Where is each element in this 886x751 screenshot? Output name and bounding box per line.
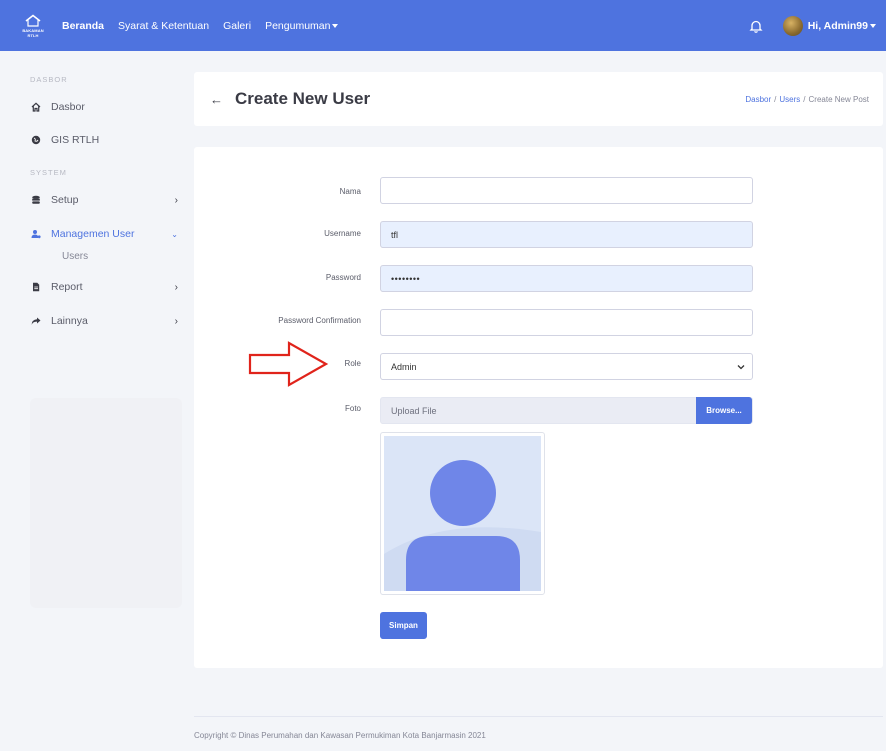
foto-label: Foto [344,404,361,413]
sidebar-item-dasbor[interactable]: Dasbor [26,97,186,117]
nav-beranda[interactable]: Beranda [62,20,104,32]
nama-label: Nama [339,187,361,196]
sidebar-item-lainnya-label: Lainnya [51,315,88,327]
chevron-right-icon: › [174,281,178,293]
sidebar-item-report-label: Report [51,281,83,293]
sidebar-item-setup[interactable]: Setup › [26,190,186,210]
chevron-down-icon: ⌄ [171,229,178,239]
footer-copyright: Copyright © Dinas Perumahan dan Kawasan … [194,731,486,740]
breadcrumb-dasbor[interactable]: Dasbor [745,95,771,104]
chevron-down-icon [737,364,745,369]
house-icon [25,13,41,27]
username-input[interactable]: tfl [380,221,753,248]
database-icon [31,195,41,205]
nama-input[interactable] [380,177,753,204]
password-value: •••••••• [391,273,421,284]
file-icon [31,282,41,292]
password-label: Password [325,273,361,282]
page-title: Create New User [235,89,371,108]
sidebar-item-report[interactable]: Report › [26,277,186,297]
role-select[interactable]: Admin [380,353,753,380]
username-label: Username [324,229,361,238]
share-icon [31,316,41,326]
page-header: ← Create New User Dasbor / Users / Create Ne… [194,72,883,126]
red-arrow-annotation [248,341,329,387]
footer-divider [194,716,883,717]
password-confirmation-label: Password Confirmation [278,316,361,325]
nav-pengumuman-label: Pengumuman [265,19,331,32]
sidebar-item-dasbor-label: Dasbor [51,101,85,113]
breadcrumb-separator: / [803,94,806,104]
sidebar-subitem-users[interactable]: Users [62,251,88,262]
globe-icon [31,135,41,145]
create-user-form: Nama Username tfl Password •••••••• Pass… [194,147,883,668]
bell-icon[interactable] [749,19,763,33]
user-avatar-placeholder-icon [384,436,541,591]
foto-file-input[interactable]: Upload File Browse... [380,397,753,424]
password-confirmation-input[interactable] [380,309,753,336]
role-value: Admin [391,361,417,372]
simpan-button[interactable]: Simpan [380,612,427,639]
chevron-right-icon: › [174,194,178,206]
user-menu[interactable]: Hi, Admin99 [808,20,876,32]
brand-logo[interactable]: BAKAMAN RTLH [14,7,52,45]
caret-down-icon [332,23,339,28]
sidebar-item-setup-label: Setup [51,194,79,206]
sidebar-card [30,398,182,608]
back-arrow-icon[interactable]: ← [210,92,223,107]
sidebar-heading-system: SYSTEM [30,168,67,177]
sidebar-item-managemen-user[interactable]: Managemen User ⌄ [26,224,186,244]
browse-button[interactable]: Browse... [696,397,752,424]
sidebar-item-managemen-user-label: Managemen User [51,228,135,240]
upload-file-placeholder: Upload File [391,405,437,416]
role-label: Role [344,359,361,368]
caret-down-icon [870,23,876,28]
sidebar-item-gis-label: GIS RTLH [51,134,100,146]
sidebar-item-lainnya[interactable]: Lainnya › [26,311,186,331]
user-name-label: Hi, Admin99 [807,19,868,32]
nav-galeri[interactable]: Galeri [223,20,251,32]
user-avatar[interactable] [782,15,803,36]
breadcrumb-separator: / [774,94,777,104]
home-icon [31,102,41,112]
sidebar-heading-dasbor: DASBOR [30,75,68,84]
breadcrumb-current: Create New Post [808,94,869,104]
breadcrumb: Dasbor / Users / Create New Post [745,95,869,104]
breadcrumb-users[interactable]: Users [779,95,800,104]
users-cog-icon [31,229,41,239]
sidebar-item-gis[interactable]: GIS RTLH [26,130,186,150]
top-navbar: BAKAMAN RTLH Beranda Syarat & Ketentuan … [0,0,886,51]
chevron-right-icon: › [174,315,178,327]
brand-subtext: RTLH [27,32,39,38]
photo-preview [380,432,545,595]
password-input[interactable]: •••••••• [380,265,753,292]
nav-syarat-ketentuan[interactable]: Syarat & Ketentuan [118,20,209,32]
username-value: tfl [391,229,399,240]
nav-pengumuman[interactable]: Pengumuman [265,19,339,32]
